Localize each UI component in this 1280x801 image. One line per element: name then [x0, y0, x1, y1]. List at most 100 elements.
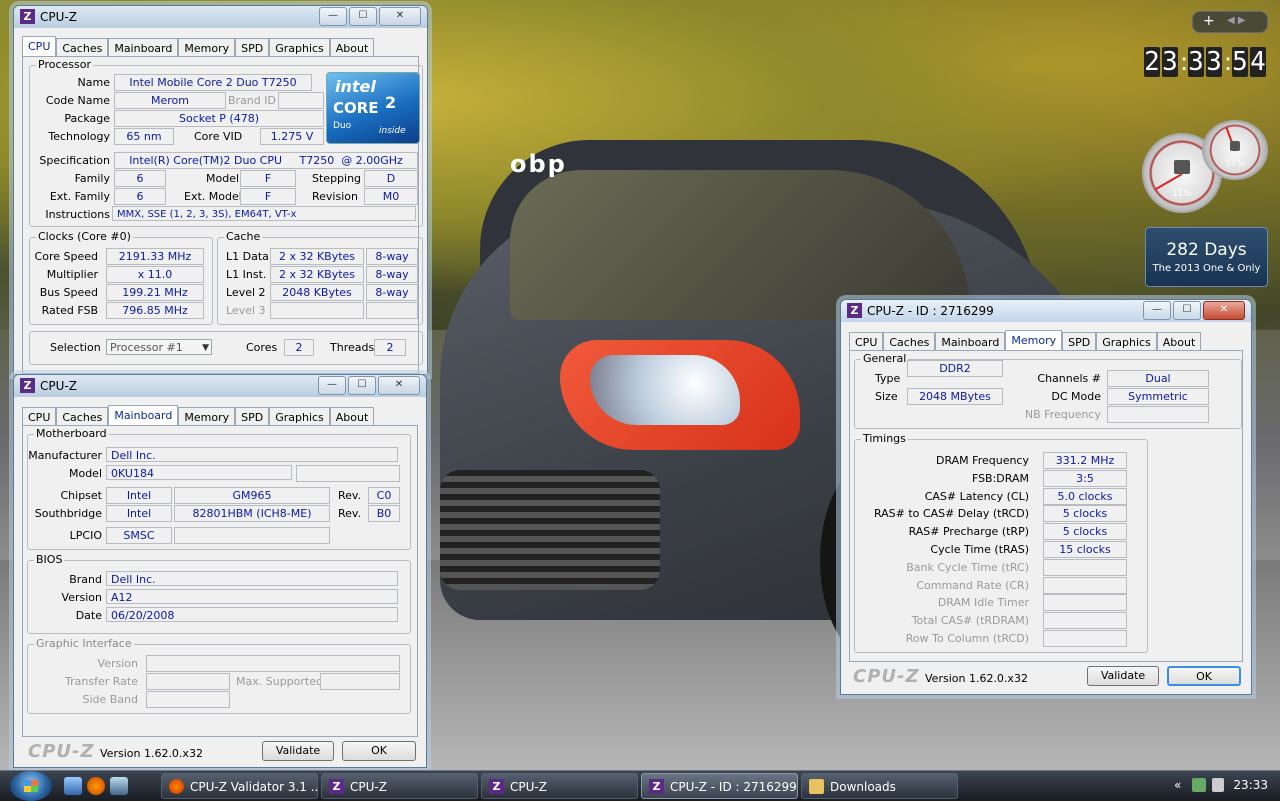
window-titlebar[interactable]: Z CPU-Z — ☐ ✕	[14, 375, 426, 397]
motherboard-group: Motherboard Manufacturer Dell Inc. Model…	[27, 427, 411, 550]
package-label: Package	[64, 112, 110, 125]
processor-select[interactable]: Processor #1 ▼	[106, 339, 212, 355]
taskbar-item-cpuz[interactable]: Z CPU-Z	[481, 773, 638, 799]
tab-cpu[interactable]: CPU	[22, 36, 57, 58]
tab-spd[interactable]: SPD	[1062, 332, 1097, 352]
level3-label: Level 3	[226, 304, 266, 317]
tab-caches[interactable]: Caches	[883, 332, 936, 352]
extfamily-label: Ext. Family	[49, 190, 110, 203]
start-button[interactable]	[10, 771, 52, 801]
close-button[interactable]: ✕	[379, 7, 421, 26]
cpuz-app-icon: Z	[329, 779, 344, 794]
tab-memory[interactable]: Memory	[178, 407, 236, 427]
ok-button[interactable]: OK	[1167, 666, 1241, 686]
timing-value: 5 clocks	[1043, 523, 1127, 541]
taskbar: CPU-Z Validator 3.1 ... Z CPU-Z Z CPU-Z ZC…	[0, 770, 1280, 801]
type-label: Type	[875, 372, 901, 385]
firefox-icon	[169, 779, 184, 794]
tab-spd[interactable]: SPD	[235, 38, 270, 58]
l1inst-way: 8-way	[366, 266, 418, 283]
maximize-button[interactable]: ☐	[1173, 301, 1201, 320]
tab-spd[interactable]: SPD	[235, 407, 270, 427]
taskbar-item-downloads[interactable]: Downloads	[801, 773, 958, 799]
timing-label: RAS# to CAS# Delay (tRCD)	[873, 507, 1029, 521]
tab-mainboard[interactable]: Mainboard	[935, 332, 1006, 352]
validate-button[interactable]: Validate	[1087, 666, 1159, 686]
group-title: Graphic Interface	[34, 637, 134, 650]
validate-button[interactable]: Validate	[262, 741, 334, 761]
windows-logo-icon	[24, 780, 38, 792]
gadget-toolbar[interactable]: + ◀ ▶	[1192, 11, 1268, 33]
extmodel-label: Ext. Model	[184, 190, 242, 203]
intel-core2-duo-logo: intel CORE 2 Duo inside	[326, 72, 420, 144]
taskbar-item-cpuz-id[interactable]: Z CPU-Z - ID : 2716299	[641, 773, 798, 799]
firefox-icon[interactable]	[87, 777, 105, 795]
close-button[interactable]: ✕	[1203, 301, 1245, 320]
busspeed-label: Bus Speed	[39, 286, 98, 299]
cpuz-memory-window[interactable]: Z CPU-Z - ID : 2716299 — ☐ ✕ CPU Caches …	[840, 299, 1252, 695]
timing-value: 331.2 MHz	[1043, 452, 1127, 469]
add-gadget-icon[interactable]: +	[1203, 13, 1215, 29]
group-title: Cache	[224, 230, 263, 243]
timing-label: Command Rate (CR)	[916, 578, 1029, 592]
maximize-button[interactable]: ☐	[348, 376, 376, 395]
timing-value	[1043, 630, 1127, 647]
gadget-nav-icon[interactable]: ◀ ▶	[1227, 15, 1246, 26]
window-titlebar[interactable]: Z CPU-Z - ID : 2716299 — ☐ ✕	[841, 300, 1251, 322]
lpcio-extra-value	[174, 527, 330, 544]
tab-memory[interactable]: Memory	[178, 38, 236, 58]
window-titlebar[interactable]: Z CPU-Z — ☐ ✕	[14, 6, 427, 28]
model-label: Model	[68, 467, 102, 480]
taskbar-item-cpuz[interactable]: Z CPU-Z	[321, 773, 478, 799]
countdown-value: 282 Days	[1166, 240, 1247, 260]
cpuz-mainboard-window[interactable]: Z CPU-Z — ☐ ✕ CPU Caches Mainboard Memor…	[13, 374, 427, 768]
minimize-button[interactable]: —	[318, 376, 346, 395]
nbfrequency-value	[1107, 406, 1209, 423]
tab-memory[interactable]: Memory	[1005, 330, 1063, 352]
cpuz-cpu-window[interactable]: Z CPU-Z — ☐ ✕ CPU Caches Mainboard Memor…	[13, 5, 428, 375]
tray-expand-icon[interactable]: «	[1174, 778, 1181, 792]
minimize-button[interactable]: —	[1143, 301, 1171, 320]
switch-windows-icon[interactable]	[110, 777, 128, 795]
tray-clock[interactable]: 23:33	[1233, 778, 1268, 792]
level3-value	[270, 302, 364, 319]
timing-value: 5.0 clocks	[1043, 487, 1127, 505]
tab-about[interactable]: About	[329, 38, 375, 58]
system-tray: « 23:33	[1170, 771, 1280, 801]
multiplier-label: Multiplier	[46, 268, 98, 281]
tab-graphics[interactable]: Graphics	[269, 407, 330, 427]
ratedfsb-label: Rated FSB	[41, 304, 98, 317]
group-title: Clocks (Core #0)	[36, 230, 133, 243]
maximize-button[interactable]: ☐	[349, 7, 377, 26]
timing-label: DRAM Idle Timer	[937, 596, 1029, 610]
tab-caches[interactable]: Caches	[56, 407, 109, 427]
tab-cpu[interactable]: CPU	[22, 407, 57, 427]
brandid-value	[278, 92, 324, 109]
tab-caches[interactable]: Caches	[56, 38, 109, 58]
channels-label: Channels #	[1037, 372, 1101, 385]
instructions-label: Instructions	[45, 208, 110, 221]
taskbar-item-validator[interactable]: CPU-Z Validator 3.1 ...	[161, 773, 318, 799]
car-sticker: obp	[510, 150, 567, 178]
ok-button[interactable]: OK	[342, 741, 416, 761]
show-desktop-icon[interactable]	[64, 777, 82, 795]
network-icon[interactable]	[1192, 778, 1206, 792]
dcmode-value: Symmetric	[1107, 388, 1209, 405]
tab-mainboard[interactable]: Mainboard	[108, 405, 179, 427]
multiplier-value: x 11.0	[106, 266, 204, 283]
technology-value: 65 nm	[114, 128, 174, 145]
tab-about[interactable]: About	[329, 407, 375, 427]
volume-icon[interactable]	[1212, 778, 1224, 792]
revision-label: Revision	[312, 190, 358, 203]
tab-mainboard[interactable]: Mainboard	[108, 38, 179, 58]
busspeed-value: 199.21 MHz	[106, 284, 204, 301]
tab-graphics[interactable]: Graphics	[1096, 332, 1157, 352]
tab-cpu[interactable]: CPU	[849, 332, 884, 352]
close-button[interactable]: ✕	[378, 376, 420, 395]
tab-graphics[interactable]: Graphics	[269, 38, 330, 58]
cores-label: Cores	[246, 341, 278, 354]
memory-meter-gadget: 57%	[1202, 120, 1268, 180]
countdown-gadget: 282 Days The 2013 One & Only	[1145, 227, 1268, 287]
tab-about[interactable]: About	[1156, 332, 1202, 352]
minimize-button[interactable]: —	[319, 7, 347, 26]
